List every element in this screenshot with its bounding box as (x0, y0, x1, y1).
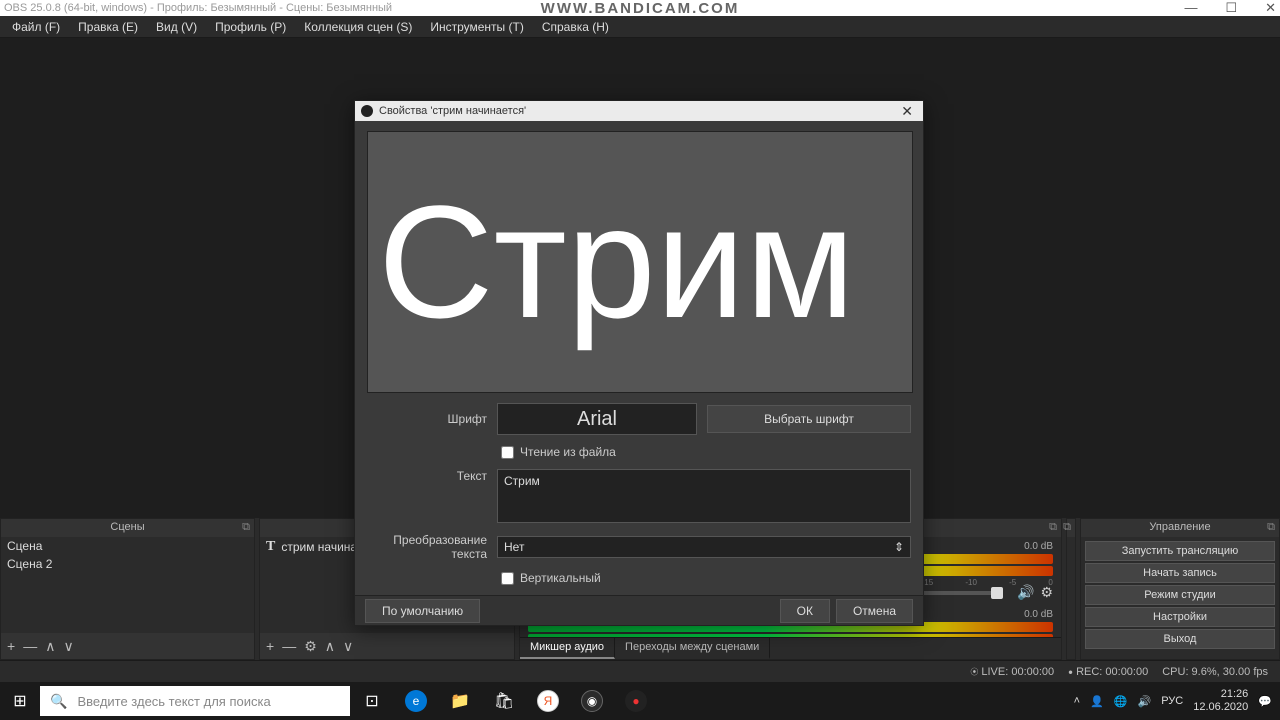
text-input[interactable] (497, 469, 911, 523)
cpu-status: CPU: 9.6%, 30.00 fps (1162, 666, 1268, 678)
start-stream-button[interactable]: Запустить трансляцию (1085, 541, 1275, 561)
preview-text: Стрим (378, 182, 855, 342)
menu-file[interactable]: Файл (F) (4, 18, 68, 36)
tray-chevron-icon[interactable]: ˄ (1074, 695, 1080, 707)
tab-audio-mixer[interactable]: Микшер аудио (520, 638, 615, 659)
yandex-icon[interactable]: Я (526, 682, 570, 720)
font-value-display: Arial (497, 403, 697, 435)
search-box[interactable]: 🔍 Введите здесь текст для поиска (40, 686, 350, 716)
text-source-icon: T (266, 539, 275, 555)
studio-mode-button[interactable]: Режим студии (1085, 585, 1275, 605)
live-status: LIVE: 00:00:00 (981, 666, 1054, 678)
track-db: 0.0 dB (1024, 609, 1053, 620)
statusbar: ⦿ LIVE: 00:00:00 ● REC: 00:00:00 CPU: 9.… (0, 660, 1280, 682)
controls-panel: Управление ⧉ Запустить трансляцию Начать… (1080, 518, 1280, 660)
scene-up-icon[interactable]: ∧ (45, 638, 55, 655)
select-font-button[interactable]: Выбрать шрифт (707, 405, 911, 433)
menu-view[interactable]: Вид (V) (148, 18, 205, 36)
settings-button[interactable]: Настройки (1085, 607, 1275, 627)
read-from-file-label: Чтение из файла (520, 445, 616, 459)
maximize-icon[interactable]: ☐ (1225, 0, 1237, 16)
tray-volume-icon[interactable]: 🔊 (1138, 695, 1152, 708)
scene-item[interactable]: Сцена (1, 537, 254, 555)
source-settings-icon[interactable]: ⚙ (304, 638, 317, 655)
dialog-close-icon[interactable]: ✕ (897, 103, 917, 120)
tray-network-icon[interactable]: 🌐 (1114, 695, 1128, 708)
cancel-button[interactable]: Отмена (836, 599, 913, 623)
tray-notifications-icon[interactable]: 💬 (1258, 695, 1272, 708)
menu-help[interactable]: Справка (H) (534, 18, 617, 36)
menu-scene-collection[interactable]: Коллекция сцен (S) (296, 18, 420, 36)
defaults-button[interactable]: По умолчанию (365, 599, 480, 623)
tray-lang[interactable]: РУС (1161, 695, 1183, 707)
record-icon[interactable]: ● (614, 682, 658, 720)
rec-dot-icon: ● (1068, 667, 1073, 676)
source-up-icon[interactable]: ∧ (325, 638, 335, 655)
obs-logo-icon (361, 105, 373, 117)
controls-header: Управление ⧉ (1081, 519, 1279, 537)
chevron-updown-icon: ⇕ (894, 540, 904, 554)
menu-tools[interactable]: Инструменты (T) (422, 18, 531, 36)
popout-icon[interactable]: ⧉ (1267, 521, 1275, 534)
menu-edit[interactable]: Правка (E) (70, 18, 146, 36)
search-icon: 🔍 (50, 693, 67, 710)
close-icon[interactable]: ✕ (1265, 0, 1276, 16)
popout-icon[interactable]: ⧉ (1049, 521, 1057, 534)
tray-clock[interactable]: 21:26 12.06.2020 (1193, 688, 1248, 714)
tray-people-icon[interactable]: 👤 (1090, 695, 1104, 708)
exit-button[interactable]: Выход (1085, 629, 1275, 649)
track-db: 0.0 dB (1024, 541, 1053, 552)
audio-meter (528, 634, 1053, 637)
scenes-header: Сцены ⧉ (1, 519, 254, 537)
dialog-titlebar[interactable]: Свойства 'стрим начинается' ✕ (355, 101, 923, 121)
popout-icon[interactable]: ⧉ (242, 521, 250, 534)
ok-button[interactable]: ОК (780, 599, 830, 623)
live-dot-icon: ⦿ (970, 667, 978, 676)
start-record-button[interactable]: Начать запись (1085, 563, 1275, 583)
remove-scene-icon[interactable]: — (23, 638, 37, 654)
window-titlebar: OBS 25.0.8 (64-bit, windows) - Профиль: … (0, 0, 1280, 16)
minimize-icon[interactable]: — (1184, 0, 1197, 16)
read-from-file-checkbox[interactable] (501, 446, 514, 459)
start-button[interactable]: ⊞ (0, 682, 40, 720)
search-placeholder: Введите здесь текст для поиска (77, 694, 270, 709)
vertical-checkbox[interactable] (501, 572, 514, 585)
tab-transitions[interactable]: Переходы между сценами (615, 638, 770, 659)
add-scene-icon[interactable]: + (7, 638, 15, 654)
window-title: OBS 25.0.8 (64-bit, windows) - Профиль: … (4, 2, 392, 14)
dialog-title-text: Свойства 'стрим начинается' (379, 105, 526, 117)
label-transform: Преобразование текста (367, 533, 487, 561)
label-font: Шрифт (367, 412, 487, 426)
label-text: Текст (367, 469, 487, 483)
add-source-icon[interactable]: + (266, 638, 274, 654)
scene-down-icon[interactable]: ∨ (63, 638, 73, 655)
remove-source-icon[interactable]: — (282, 638, 296, 654)
scenes-panel: Сцены ⧉ Сцена Сцена 2 + — ∧ ∨ (0, 518, 255, 660)
edge-icon[interactable]: e (394, 682, 438, 720)
speaker-icon[interactable]: 🔊 (1017, 584, 1034, 601)
source-down-icon[interactable]: ∨ (343, 638, 353, 655)
transitions-panel: ⧉ (1066, 518, 1076, 660)
explorer-icon[interactable]: 📁 (438, 682, 482, 720)
transform-select[interactable]: Нет⇕ (497, 536, 911, 558)
store-icon[interactable]: 🛍 (482, 682, 526, 720)
task-view-icon[interactable]: ⊡ (350, 682, 394, 720)
vertical-label: Вертикальный (520, 571, 601, 585)
menubar: Файл (F) Правка (E) Вид (V) Профиль (P) … (0, 16, 1280, 38)
rec-status: REC: 00:00:00 (1076, 666, 1148, 678)
properties-dialog: Свойства 'стрим начинается' ✕ Стрим Шриф… (354, 100, 924, 626)
popout-icon[interactable]: ⧉ (1063, 521, 1071, 534)
taskbar: ⊞ 🔍 Введите здесь текст для поиска ⊡ e 📁… (0, 682, 1280, 720)
text-preview: Стрим (367, 131, 913, 393)
menu-profile[interactable]: Профиль (P) (207, 18, 294, 36)
scene-item[interactable]: Сцена 2 (1, 555, 254, 573)
obs-icon[interactable]: ◉ (570, 682, 614, 720)
